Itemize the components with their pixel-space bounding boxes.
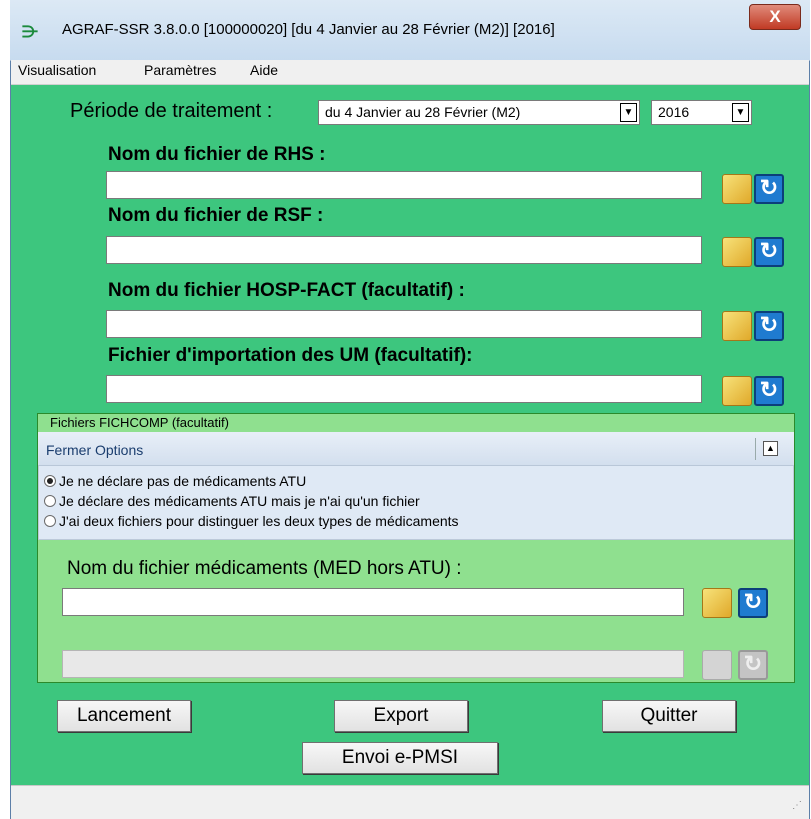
window-title: AGRAF-SSR 3.8.0.0 [100000020] [du 4 Janv…	[62, 21, 555, 38]
menu-bar	[11, 60, 809, 85]
envoi-epmsi-button[interactable]: Envoi e-PMSI	[302, 742, 498, 774]
hosp-fact-label: Nom du fichier HOSP-FACT (facultatif) :	[108, 280, 465, 301]
options-divider	[755, 438, 756, 460]
radio-one-file-label[interactable]: Je déclare des médicaments ATU mais je n…	[59, 493, 420, 509]
rsf-browse-folder-icon[interactable]	[722, 237, 752, 267]
quitter-button[interactable]: Quitter	[602, 700, 736, 732]
med-file-label: Nom du fichier médicaments (MED hors ATU…	[67, 558, 462, 579]
rsf-refresh-icon[interactable]: ↻	[754, 237, 784, 267]
radio-two-files-label[interactable]: J'ai deux fichiers pour distinguer les d…	[59, 513, 459, 529]
med-atu-browse-folder-icon	[702, 650, 732, 680]
radio-no-atu[interactable]	[44, 475, 56, 487]
um-import-file-input[interactable]	[106, 375, 702, 403]
menu-aide[interactable]: Aide	[250, 62, 278, 78]
um-browse-folder-icon[interactable]	[722, 376, 752, 406]
periode-selected-value: du 4 Janvier au 28 Février (M2)	[325, 104, 521, 120]
chevron-down-icon[interactable]: ▼	[732, 103, 749, 122]
year-select[interactable]: 2016 ▼	[651, 100, 752, 125]
resize-grip-icon[interactable]: ⋰	[792, 800, 802, 811]
rhs-label: Nom du fichier de RHS :	[108, 144, 326, 165]
options-title[interactable]: Fermer Options	[46, 442, 143, 458]
fichcomp-group-title: Fichiers FICHCOMP (facultatif)	[48, 415, 231, 430]
status-bar	[11, 785, 809, 819]
menu-parametres[interactable]: Paramètres	[144, 62, 216, 78]
hosp-fact-browse-folder-icon[interactable]	[722, 311, 752, 341]
rsf-file-input[interactable]	[106, 236, 702, 264]
collapse-icon[interactable]: ▲	[763, 441, 778, 456]
med-atu-refresh-icon: ↻	[738, 650, 768, 680]
rhs-browse-folder-icon[interactable]	[722, 174, 752, 204]
radio-two-files[interactable]	[44, 515, 56, 527]
chevron-down-icon[interactable]: ▼	[620, 103, 637, 122]
periode-select[interactable]: du 4 Janvier au 28 Février (M2) ▼	[318, 100, 640, 125]
export-button[interactable]: Export	[334, 700, 468, 732]
radio-no-atu-label[interactable]: Je ne déclare pas de médicaments ATU	[59, 473, 306, 489]
periode-label: Période de traitement :	[70, 100, 273, 122]
rhs-file-input[interactable]	[106, 171, 702, 199]
agraf-logo-icon: ⋺	[22, 24, 38, 41]
med-atu-file-input-disabled	[62, 650, 684, 678]
year-selected-value: 2016	[658, 104, 690, 120]
med-browse-folder-icon[interactable]	[702, 588, 732, 618]
lancement-button[interactable]: Lancement	[57, 700, 191, 732]
med-file-input[interactable]	[62, 588, 684, 616]
um-refresh-icon[interactable]: ↻	[754, 376, 784, 406]
um-import-label: Fichier d'importation des UM (facultatif…	[108, 345, 473, 366]
options-header[interactable]	[38, 432, 794, 466]
hosp-fact-file-input[interactable]	[106, 310, 702, 338]
close-button[interactable]: X	[749, 4, 801, 30]
radio-one-file[interactable]	[44, 495, 56, 507]
menu-visualisation[interactable]: Visualisation	[18, 62, 96, 78]
hosp-fact-refresh-icon[interactable]: ↻	[754, 311, 784, 341]
rsf-label: Nom du fichier de RSF :	[108, 205, 324, 226]
med-refresh-icon[interactable]: ↻	[738, 588, 768, 618]
rhs-refresh-icon[interactable]: ↻	[754, 174, 784, 204]
